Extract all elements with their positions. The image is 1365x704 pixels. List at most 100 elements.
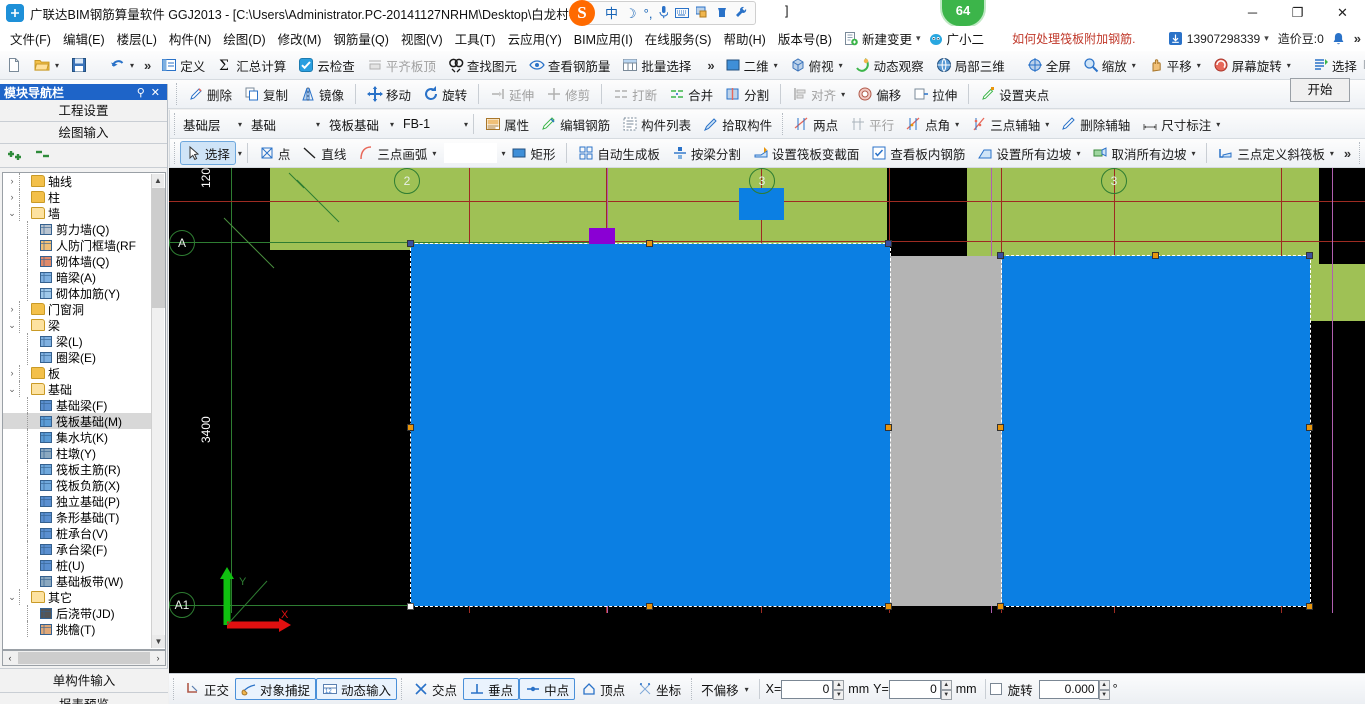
member-selector[interactable]: FB-1 [400,114,462,135]
edit-rebar-button[interactable]: 编辑钢筋 [535,112,616,136]
line-draw-button[interactable]: 直线 [296,141,352,165]
single-member-input-button[interactable]: 单构件输入 [0,668,168,692]
y-coordinate-stepper[interactable]: ▲ ▼ [940,679,952,700]
ime-moon-icon[interactable]: ☽ [625,7,637,20]
tree-folder-1[interactable]: › 柱 [3,189,151,205]
type-selector[interactable]: 筏板基础 [326,114,388,135]
dynamic-input-toggle[interactable]: 12 动态输入 [316,678,398,700]
close-button[interactable]: ✕ [1320,0,1365,26]
vertex-snap-toggle[interactable]: 顶点 [575,678,631,700]
coordinate-snap-toggle[interactable]: 坐标 [631,678,687,700]
delete-button[interactable]: 删除 [182,82,238,106]
new-change-button[interactable]: 新建变更 ▾ [844,29,921,48]
toolbar1-overflow-mid[interactable]: » [703,58,718,73]
tree-item-5[interactable]: 砌体墙(Q) [3,253,151,269]
tree-item-16[interactable]: 集水坑(K) [3,429,151,445]
ime-toolbar[interactable]: S 中 ☽ °, [569,0,757,26]
ime-keyboard-icon[interactable] [675,7,690,20]
define-button[interactable]: 定义 [155,53,211,77]
tree-vertical-scrollbar[interactable]: ▲ ▼ [151,174,165,648]
maximize-button[interactable]: ❐ [1275,0,1320,26]
grip-point-2[interactable] [407,424,414,431]
drawing-input-button[interactable]: 绘图输入 [0,122,167,144]
merge-button[interactable]: 合并 [663,82,719,106]
rotate-input[interactable]: 0.000 [1038,679,1099,699]
floor-chevron-down-icon[interactable]: ▾ [238,120,242,129]
aux-axis-chevron-down-icon[interactable]: ▾ [1045,120,1049,129]
chevron-right-icon[interactable]: › [5,368,19,378]
cancel-all-slope-button[interactable]: 取消所有边坡 ▾ [1086,141,1201,165]
menu-online-service[interactable]: 在线服务(S) [639,27,718,50]
grip-point-8[interactable] [885,603,892,610]
x-coordinate-input[interactable]: 0 [781,679,834,699]
grip-point-9[interactable] [997,252,1004,259]
tree-item-20[interactable]: 独立基础(P) [3,493,151,509]
intersection-snap-toggle[interactable]: 交点 [407,678,463,700]
arc-chevron-down-icon[interactable]: ▾ [432,149,436,158]
tree-horizontal-scrollbar[interactable]: ‹ › [2,650,166,666]
account-chevron-down-icon[interactable]: ▾ [1264,33,1269,44]
chevron-down-icon[interactable]: ⌄ [5,208,19,219]
menu-cloud-app[interactable]: 云应用(Y) [502,27,568,50]
tree-item-24[interactable]: 桩(U) [3,557,151,573]
top-view-chevron-down-icon[interactable]: ▾ [839,61,843,70]
batch-select-button[interactable]: 批量选择 [616,53,697,77]
hscroll-thumb[interactable] [18,652,150,664]
pin-icon[interactable]: ⚲ [134,86,148,99]
auto-gen-slab-button[interactable]: 自动生成板 [572,141,666,165]
grip-point-6[interactable] [885,240,892,247]
axis-bubble-left-A[interactable]: A [169,230,195,256]
stretch-button[interactable]: 拉伸 [907,82,963,106]
ime-scissors-icon[interactable] [695,6,709,20]
scroll-up-button[interactable]: ▲ [152,174,164,187]
menu-modify[interactable]: 修改(M) [272,27,328,50]
assistant-button[interactable]: 广小二 [929,29,984,48]
properties-button[interactable]: 属性 [479,112,535,136]
move-button[interactable]: 移动 [361,82,417,106]
tree-toolbar[interactable] [0,144,167,168]
cursor-select-button[interactable]: 选择 [179,141,236,165]
tree-item-15[interactable]: 筏板基础(M) [3,413,151,429]
summary-calc-button[interactable]: Σ 汇总计算 [211,53,292,77]
window-controls[interactable]: ─ ❐ ✕ [1230,0,1365,26]
rotate-button[interactable]: 旋转 [417,82,473,106]
point-angle-button[interactable]: 点角 ▾ [900,112,965,136]
break-button[interactable]: 打断 [607,82,663,106]
tree-folder-9[interactable]: ⌄ 梁 [3,317,151,333]
dimension-chevron-down-icon[interactable]: ▾ [1216,120,1220,129]
point-angle-chevron-down-icon[interactable]: ▾ [955,120,959,129]
status-bar[interactable]: 正交 对象捕捉 12 动态输入 交点 垂点 中点 顶点 坐标 不偏移 ▾ X= … [169,673,1365,704]
ime-wrench-icon[interactable] [735,6,747,20]
rotate-checkbox[interactable] [989,683,1002,695]
midpoint-snap-toggle[interactable]: 中点 [519,678,576,700]
top-view-button[interactable]: 俯视 ▾ [784,53,849,77]
set-all-slope-button[interactable]: 设置所有边坡 ▾ [971,141,1086,165]
tree-item-6[interactable]: 暗梁(A) [3,269,151,285]
extend-button[interactable]: 延伸 [484,82,540,106]
hscroll-right-button[interactable]: › [151,653,165,663]
select-button[interactable]: 选择 [1307,53,1363,77]
delete-aux-axis-button[interactable]: 删除辅轴 [1055,112,1136,136]
set-grip-button[interactable]: 设置夹点 [974,82,1055,106]
orbit-button[interactable]: 动态观察 [849,53,930,77]
tree-item-3[interactable]: 剪力墙(Q) [3,221,151,237]
minimize-button[interactable]: ─ [1230,0,1275,26]
grip-point-15[interactable] [1306,603,1313,610]
menu-version[interactable]: 版本号(B) [772,27,838,50]
align-button[interactable]: 对齐 ▾ [786,82,851,106]
type-chevron-down-icon[interactable]: ▾ [390,120,394,129]
tree-item-17[interactable]: 柱墩(Y) [3,445,151,461]
tree-item-22[interactable]: 桩承台(V) [3,525,151,541]
tree-item-21[interactable]: 条形基础(T) [3,509,151,525]
phone-number[interactable]: 13907298339 [1187,32,1260,46]
tree-item-27[interactable]: 后浇带(JD) [3,605,151,621]
menu-tools[interactable]: 工具(T) [449,27,502,50]
menu-bim-app[interactable]: BIM应用(I) [568,27,639,50]
chevron-right-icon[interactable]: › [5,192,19,202]
chevron-down-icon[interactable]: ▾ [916,33,921,44]
toolbar-row-4[interactable]: 选择 ▾ 点 直线 三点画弧 ▾ ▾ 矩形 自动生成板 按梁分割 设置筏板变截面… [169,139,1365,168]
account-info[interactable]: 13907298339 ▾ 造价豆:0 » [1168,30,1365,47]
tree-item-14[interactable]: 基础梁(F) [3,397,151,413]
split-button[interactable]: 分割 [719,82,775,106]
category-selector[interactable]: 基础 [248,114,314,135]
